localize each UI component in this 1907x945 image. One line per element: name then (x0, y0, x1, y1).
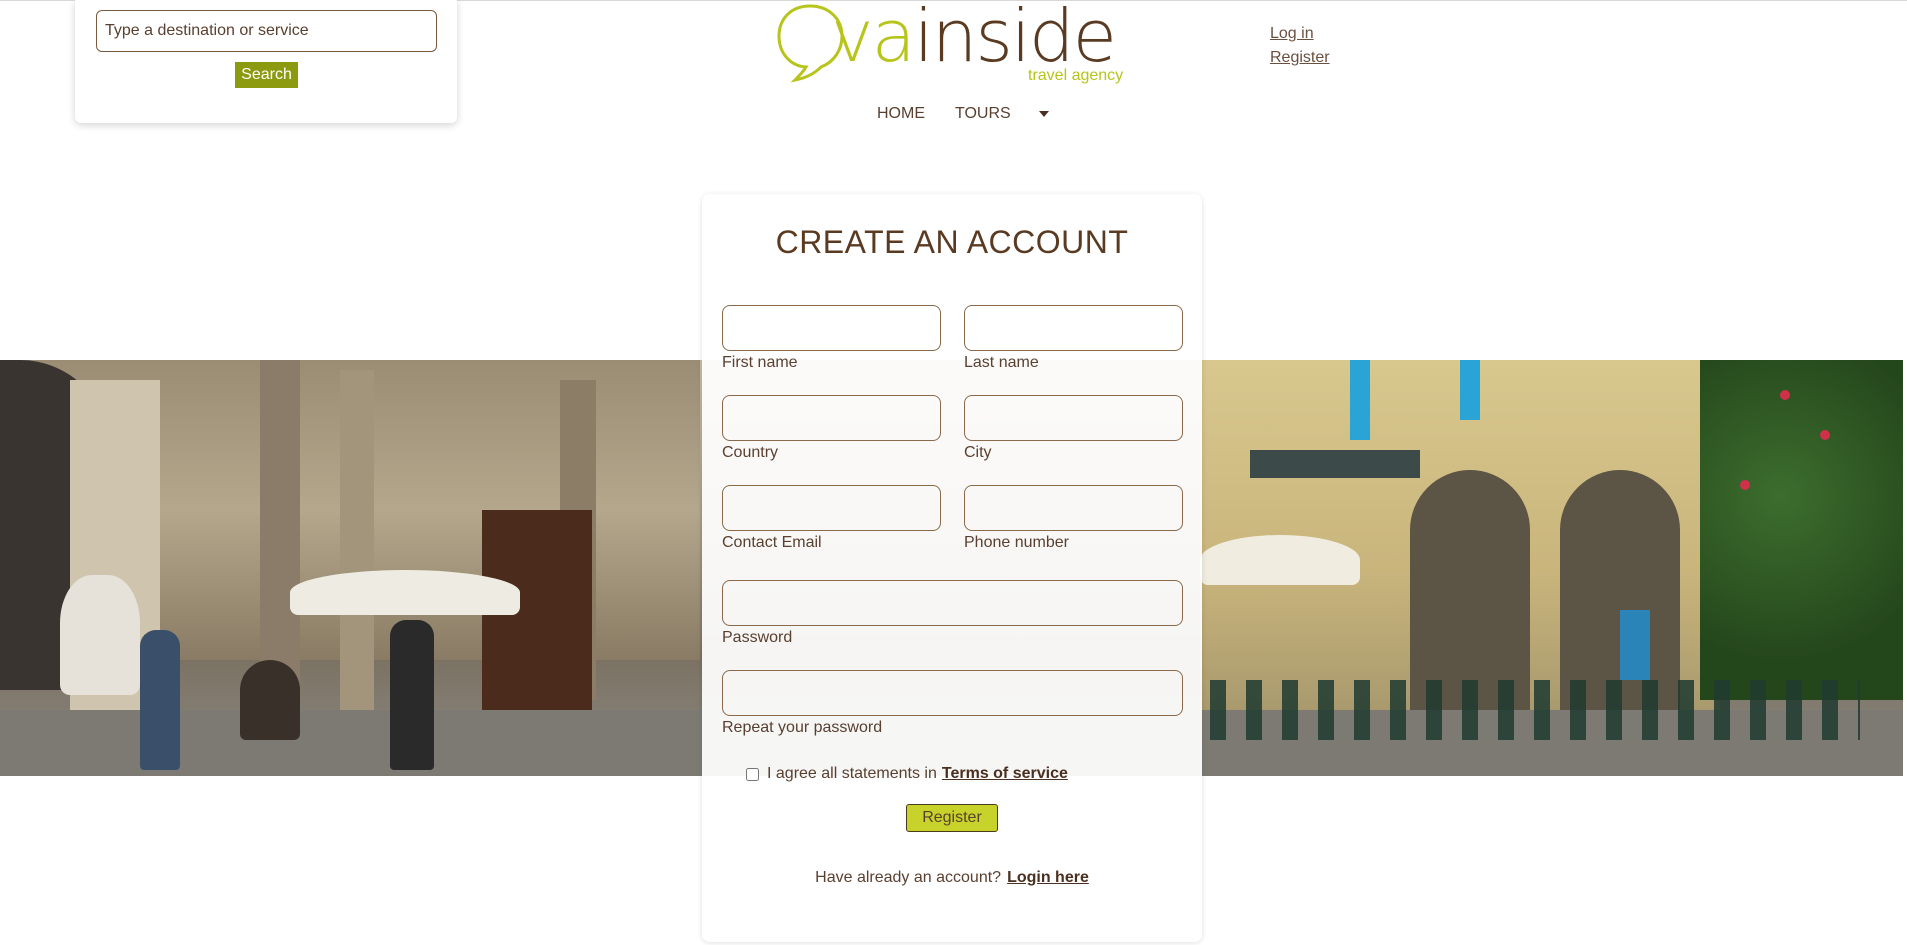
site-logo[interactable]: vainside travel agency (776, 0, 1126, 92)
logo-wordmark: vainside (831, 0, 1117, 78)
register-link[interactable]: Register (1270, 46, 1330, 70)
search-button[interactable]: Search (235, 62, 298, 88)
logo-tagline: travel agency (1028, 67, 1124, 84)
terms-of-service-link[interactable]: Terms of service (942, 765, 1068, 783)
register-button[interactable]: Register (906, 804, 998, 832)
password-label: Password (722, 629, 793, 646)
search-input[interactable] (96, 10, 437, 52)
first-name-label: First name (722, 354, 798, 371)
password-field[interactable] (722, 580, 1183, 626)
main-nav: HOME TOURS (877, 102, 1049, 126)
phone-label: Phone number (964, 534, 1069, 551)
city-label: City (964, 444, 992, 461)
last-name-label: Last name (964, 354, 1039, 371)
email-field[interactable] (722, 485, 941, 531)
terms-row: I agree all statements in Terms of servi… (746, 765, 1068, 783)
login-link[interactable]: Log in (1270, 22, 1330, 46)
logo-word-part1: va (831, 0, 916, 78)
login-here-link[interactable]: Login here (1007, 869, 1089, 886)
first-name-field[interactable] (722, 305, 941, 351)
last-name-field[interactable] (964, 305, 1183, 351)
login-prompt: Have already an account? Login here (702, 869, 1202, 887)
login-prompt-text: Have already an account? (815, 869, 1002, 886)
terms-checkbox[interactable] (746, 767, 759, 781)
nav-tours[interactable]: TOURS (955, 105, 1011, 123)
repeat-password-field[interactable] (722, 670, 1183, 716)
country-field[interactable] (722, 395, 941, 441)
form-title: CREATE AN ACCOUNT (775, 224, 1129, 260)
repeat-password-label: Repeat your password (722, 719, 883, 736)
register-form-card: CREATE AN ACCOUNT First name Last name C… (702, 194, 1202, 942)
email-label: Contact Email (722, 534, 822, 551)
phone-field[interactable] (964, 485, 1183, 531)
nav-home[interactable]: HOME (877, 105, 925, 123)
country-label: Country (722, 444, 779, 461)
terms-text: I agree all statements in (767, 765, 937, 782)
chevron-down-icon[interactable] (1038, 111, 1049, 117)
search-panel: Search (75, 0, 457, 123)
auth-links: Log in Register (1270, 22, 1330, 70)
city-field[interactable] (964, 395, 1183, 441)
